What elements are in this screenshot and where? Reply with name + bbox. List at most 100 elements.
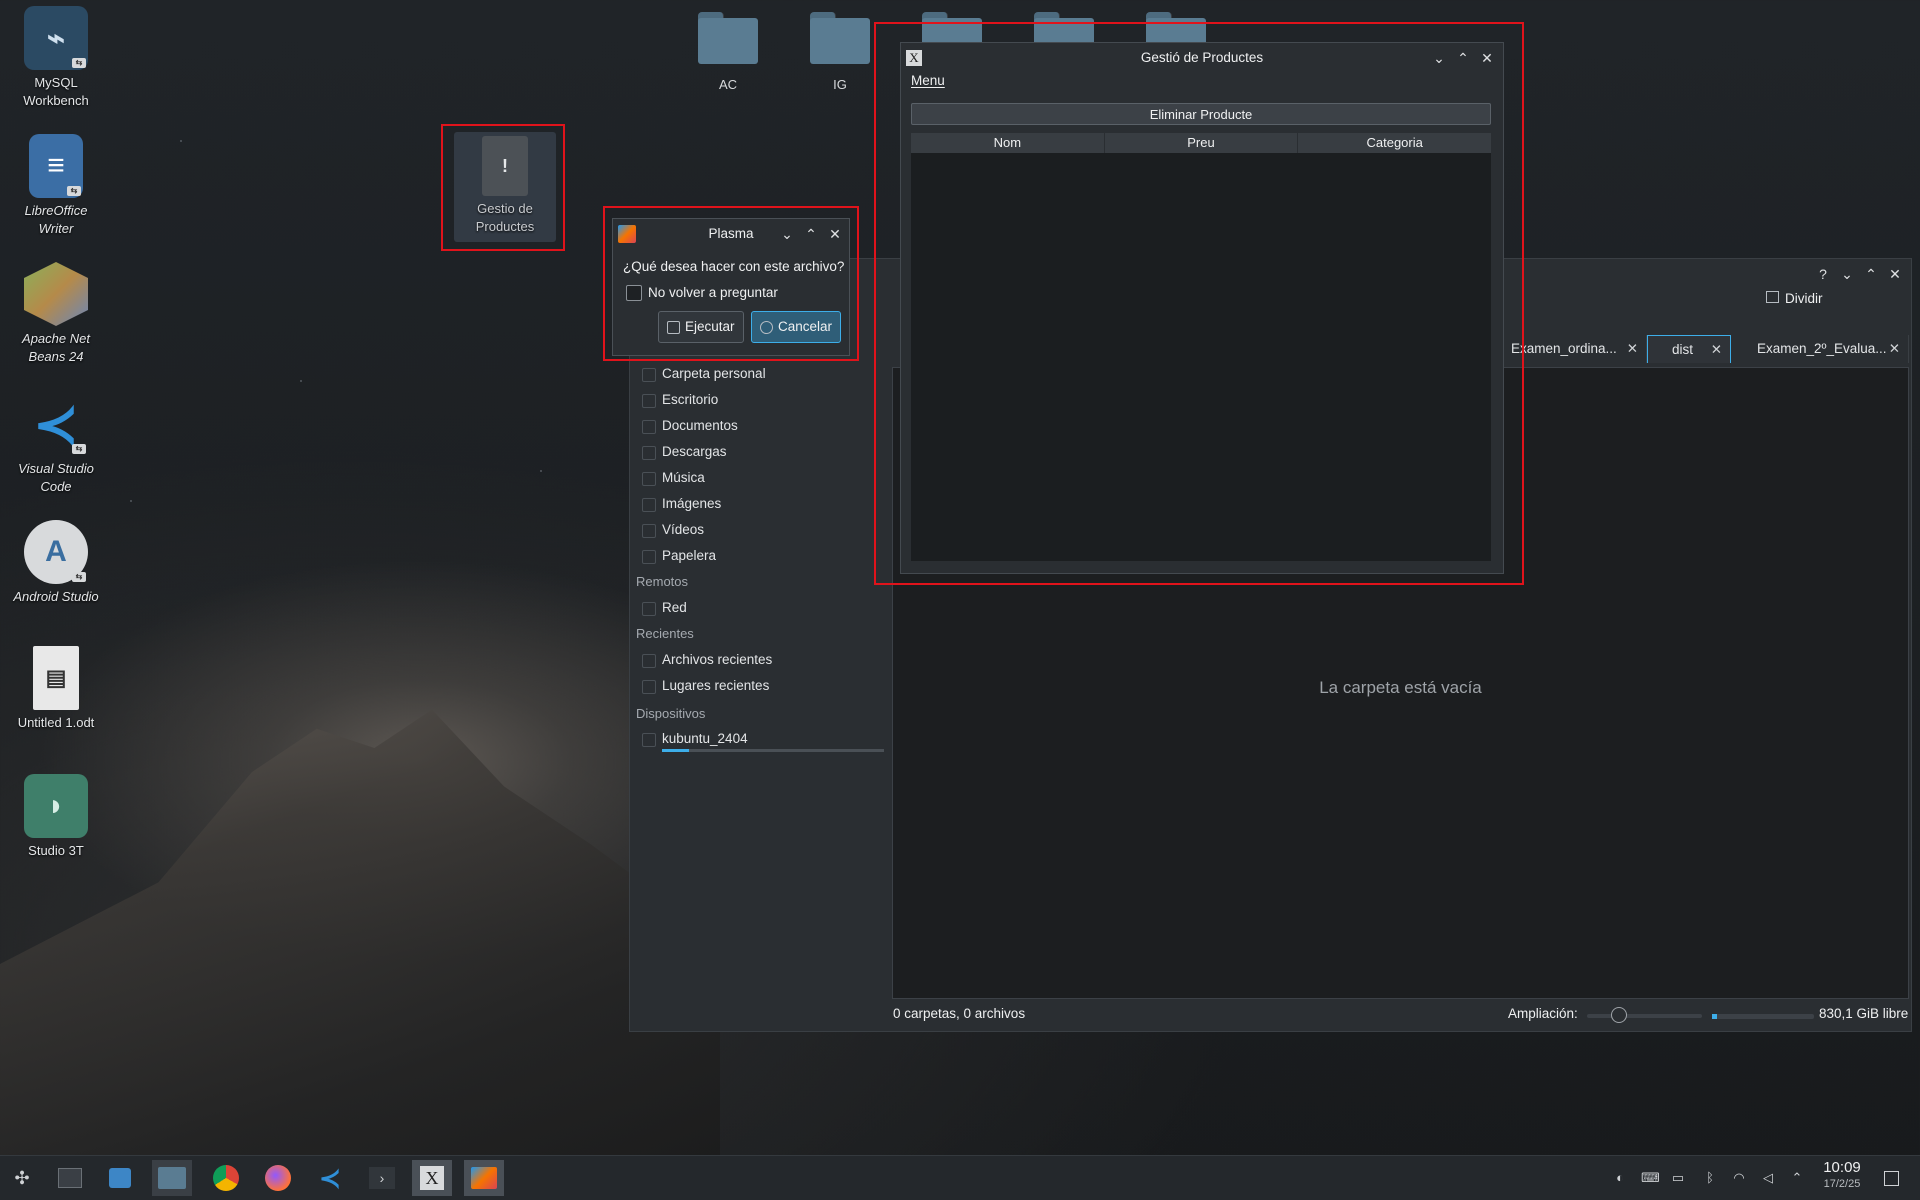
place-label: Imágenes — [662, 496, 722, 511]
place-escritorio[interactable]: Escritorio — [642, 392, 718, 408]
terminal-icon[interactable]: › — [362, 1160, 402, 1196]
desktop-icon-mysql-workbench[interactable]: ⌁ ⇆ MySQL Workbench — [6, 6, 106, 110]
tab-examen-ordinario[interactable]: Examen_ordina... ✕ — [1501, 335, 1647, 363]
wifi-icon[interactable]: ◠ — [1731, 1170, 1747, 1186]
downloads-icon — [642, 446, 656, 460]
clipboard-icon[interactable]: ▭ — [1670, 1170, 1686, 1186]
desktop-icon-label: MySQL Workbench — [23, 75, 89, 108]
tab-dist[interactable]: dist ✕ — [1647, 335, 1731, 363]
maximize-icon[interactable]: ⌃ — [1861, 259, 1881, 289]
desktop-icon-studio-3t[interactable]: ◗ Studio 3T — [6, 774, 106, 860]
x-window-taskbar-icon[interactable]: X — [412, 1160, 452, 1196]
help-icon[interactable]: ? — [1813, 259, 1833, 289]
discover-store-icon[interactable] — [100, 1160, 140, 1196]
system-settings-icon[interactable] — [50, 1160, 90, 1196]
desktop-icon-untitled-odt[interactable]: ▤ Untitled 1.odt — [6, 646, 106, 732]
link-icon: ⇆ — [67, 186, 81, 196]
cancelar-button[interactable]: Cancelar — [751, 311, 841, 343]
button-label: Cancelar — [778, 319, 833, 334]
ejecutar-button[interactable]: Ejecutar — [658, 311, 744, 343]
place-documentos[interactable]: Documentos — [642, 418, 738, 434]
desktop-icon-netbeans[interactable]: Apache Net Beans 24 — [6, 262, 106, 366]
place-descargas[interactable]: Descargas — [642, 444, 727, 460]
eliminar-producte-button[interactable]: Eliminar Producte — [911, 103, 1491, 125]
place-label: Lugares recientes — [662, 678, 770, 693]
desktop-icon-label: Android Studio — [13, 589, 99, 604]
videos-icon — [642, 524, 656, 538]
show-hidden-icons-chevron-up-icon[interactable]: ⌃ — [1789, 1170, 1805, 1186]
execute-icon — [667, 321, 680, 334]
desktop-icon-libreoffice-writer[interactable]: ≡ ⇆ LibreOffice Writer — [6, 134, 106, 238]
pictures-icon — [642, 498, 656, 512]
desktop-folder-ig[interactable] — [810, 12, 870, 64]
wallpaper-star — [300, 380, 302, 382]
desktop-icon-label: Gestio de Productes — [475, 201, 535, 234]
desktop-icon-gestio-de-productes[interactable]: ! Gestio de Productes — [454, 132, 556, 242]
cancel-icon — [760, 321, 773, 334]
split-button[interactable]: Dividir — [1766, 291, 1823, 306]
tab-examen-2-evaluacion[interactable]: Examen_2º_Evalua... ✕ — [1731, 335, 1909, 363]
place-lugares-recientes[interactable]: Lugares recientes — [642, 678, 770, 694]
place-carpeta-personal[interactable]: Carpeta personal — [642, 366, 766, 382]
close-tab-icon[interactable]: ✕ — [1627, 335, 1638, 363]
show-desktop-icon[interactable] — [1884, 1171, 1899, 1186]
desktop-icon-android-studio[interactable]: A ⇆ Android Studio — [6, 520, 106, 606]
zoom-slider-handle[interactable] — [1611, 1007, 1627, 1023]
document-thumbnail-icon: ▤ — [33, 646, 79, 710]
keyboard-icon[interactable]: ⌨ — [1641, 1170, 1660, 1186]
drive-icon — [642, 733, 656, 747]
products-table[interactable]: Nom Preu Categoria — [911, 133, 1491, 561]
close-icon[interactable]: ✕ — [1885, 259, 1905, 289]
vscode-taskbar-icon[interactable]: ≺ — [310, 1160, 350, 1196]
column-header-preu[interactable]: Preu — [1105, 133, 1299, 153]
minimize-icon[interactable]: ⌄ — [1837, 259, 1857, 289]
place-papelera[interactable]: Papelera — [642, 548, 717, 564]
dolphin-logo-icon: ⌁ ⇆ — [24, 6, 88, 70]
free-space-text: 830,1 GiB libre — [1819, 1006, 1909, 1021]
clock-time: 10:09 — [1823, 1159, 1861, 1176]
link-icon: ⇆ — [72, 58, 86, 68]
place-red[interactable]: Red — [642, 600, 687, 616]
wallpaper-star — [180, 140, 182, 142]
chrome-icon[interactable] — [206, 1160, 246, 1196]
firefox-icon[interactable] — [258, 1160, 298, 1196]
place-label: Carpeta personal — [662, 366, 766, 381]
place-musica[interactable]: Música — [642, 470, 705, 486]
place-imagenes[interactable]: Imágenes — [642, 496, 722, 512]
close-icon[interactable]: ✕ — [1477, 43, 1497, 73]
zoom-slider[interactable] — [1587, 1007, 1702, 1023]
minimize-icon[interactable]: ⌄ — [1429, 43, 1449, 73]
close-tab-icon[interactable]: ✕ — [1889, 335, 1900, 363]
tab-label: dist — [1672, 342, 1694, 357]
window-title: Gestió de Productes — [1140, 50, 1264, 65]
checkbox-label[interactable]: No volver a preguntar — [648, 285, 778, 300]
window-titlebar[interactable]: Gestió de Productes — [901, 43, 1503, 73]
place-videos[interactable]: Vídeos — [642, 522, 704, 538]
free-space-bar — [1712, 1014, 1814, 1019]
dont-ask-again-checkbox[interactable] — [626, 285, 642, 301]
desktop-icon-label: Untitled 1.odt — [17, 715, 95, 730]
place-label: Papelera — [662, 548, 717, 563]
vault-icon[interactable]: ◐ — [1612, 1170, 1628, 1186]
menu-bar-item-menu[interactable]: Menu — [911, 73, 945, 88]
place-archivos-recientes[interactable]: Archivos recientes — [642, 652, 773, 668]
volume-muted-icon[interactable]: ◁ — [1760, 1170, 1776, 1186]
desktop-icon-vscode[interactable]: ≺ ⇆ Visual Studio Code — [6, 392, 106, 496]
dolphin-taskbar-icon[interactable] — [152, 1160, 192, 1196]
close-icon[interactable]: ✕ — [825, 219, 845, 249]
maximize-icon[interactable]: ⌃ — [801, 219, 821, 249]
minimize-icon[interactable]: ⌄ — [777, 219, 797, 249]
column-header-categoria[interactable]: Categoria — [1298, 133, 1491, 153]
column-header-nom[interactable]: Nom — [911, 133, 1105, 153]
close-tab-icon[interactable]: ✕ — [1711, 336, 1722, 364]
bluetooth-icon[interactable]: ᛒ — [1702, 1170, 1718, 1186]
plasma-taskbar-icon[interactable] — [464, 1160, 504, 1196]
wallpaper-star — [540, 470, 542, 472]
device-label: kubuntu_2404 — [662, 731, 748, 746]
desktop-folder-ac[interactable] — [698, 12, 758, 64]
application-launcher-icon[interactable]: ✣ — [2, 1160, 42, 1196]
device-kubuntu-2404[interactable]: kubuntu_2404 — [642, 731, 748, 747]
clock[interactable]: 10:09 17/2/25 — [1818, 1159, 1866, 1191]
place-label: Archivos recientes — [662, 652, 773, 667]
maximize-icon[interactable]: ⌃ — [1453, 43, 1473, 73]
